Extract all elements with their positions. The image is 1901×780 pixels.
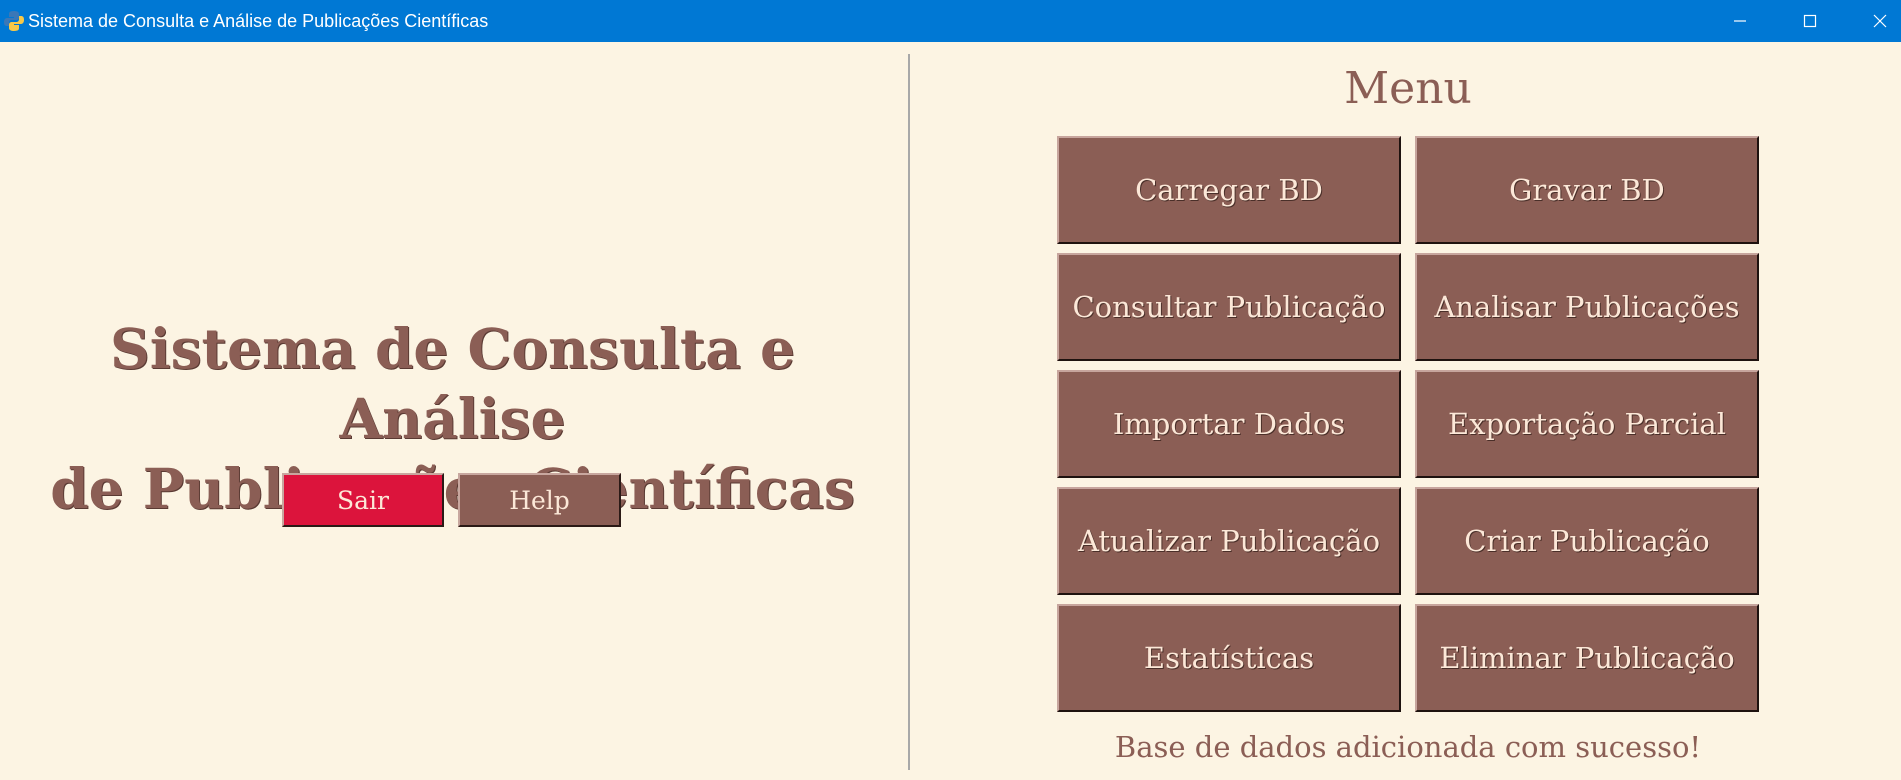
minimize-button[interactable] [1705, 0, 1775, 42]
save-db-button[interactable]: Gravar BD [1415, 136, 1759, 244]
exit-button[interactable]: Sair [282, 473, 444, 527]
close-icon [1873, 14, 1887, 28]
menu-title: Menu [1344, 63, 1472, 114]
minimize-icon [1734, 20, 1746, 22]
panel-divider [908, 54, 910, 770]
statistics-button[interactable]: Estatísticas [1057, 604, 1401, 712]
load-db-button[interactable]: Carregar BD [1057, 136, 1401, 244]
close-button[interactable] [1845, 0, 1901, 42]
create-publication-button[interactable]: Criar Publicação [1415, 487, 1759, 595]
query-publication-button[interactable]: Consultar Publicação [1057, 253, 1401, 361]
delete-publication-button[interactable]: Eliminar Publicação [1415, 604, 1759, 712]
import-data-button[interactable]: Importar Dados [1057, 370, 1401, 478]
maximize-icon [1803, 14, 1817, 28]
title-bar: Sistema de Consulta e Análise de Publica… [0, 0, 1901, 42]
partial-export-button[interactable]: Exportação Parcial [1415, 370, 1759, 478]
analyze-publications-button[interactable]: Analisar Publicações [1415, 253, 1759, 361]
main-content: Sistema de Consulta e Análise de Publica… [0, 42, 1901, 780]
update-publication-button[interactable]: Atualizar Publicação [1057, 487, 1401, 595]
app-title-line-2: de Publicações Científicas [50, 456, 855, 521]
status-message: Base de dados adicionada com sucesso! [1114, 730, 1702, 764]
help-button[interactable]: Help [458, 473, 621, 527]
python-icon [3, 10, 25, 32]
window-title: Sistema de Consulta e Análise de Publica… [28, 11, 489, 31]
app-title: Sistema de Consulta e Análise de Publica… [20, 314, 885, 524]
app-title-line-1: Sistema de Consulta e Análise [109, 316, 796, 451]
maximize-button[interactable] [1775, 0, 1845, 42]
